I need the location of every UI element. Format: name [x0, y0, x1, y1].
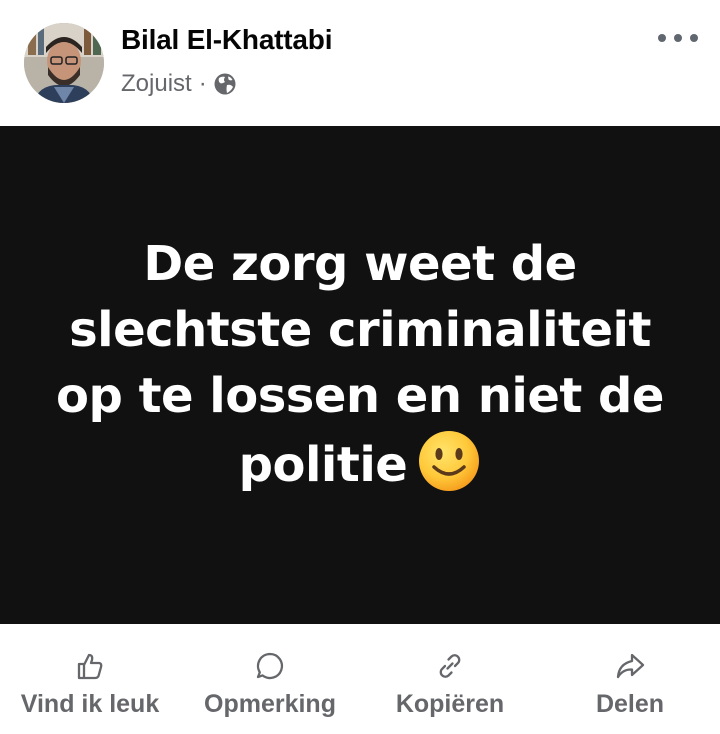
copy-label: Kopiëren	[395, 690, 505, 718]
author-name[interactable]: Bilal El-Khattabi	[121, 24, 332, 56]
share-button[interactable]: Delen	[540, 624, 720, 734]
comment-icon	[256, 652, 284, 680]
link-icon	[439, 654, 461, 678]
more-horizontal-icon-dot	[674, 34, 682, 42]
like-label: Vind ik leuk	[20, 690, 160, 718]
post-timestamp[interactable]: Zojuist	[121, 70, 192, 98]
more-horizontal-icon-dot	[690, 34, 698, 42]
more-options-button[interactable]	[658, 30, 698, 46]
share-label: Delen	[595, 690, 665, 718]
more-horizontal-icon-dot	[658, 34, 666, 42]
comment-button[interactable]: Opmerking	[180, 624, 360, 734]
share-arrow-icon	[616, 653, 645, 679]
globe-icon	[213, 72, 237, 96]
like-button[interactable]: Vind ik leuk	[0, 624, 180, 734]
profile-photo	[24, 23, 104, 103]
comment-label: Opmerking	[204, 690, 336, 718]
post-text-block: De zorg weet de slechtste criminaliteit …	[40, 231, 680, 498]
copy-link-button[interactable]: Kopiëren	[360, 624, 540, 734]
post-meta: Zojuist ·	[121, 70, 237, 98]
post-content[interactable]: De zorg weet de slechtste criminaliteit …	[0, 126, 720, 624]
post-text: De zorg weet de slechtste criminaliteit …	[56, 235, 664, 493]
thumbs-up-icon	[77, 653, 103, 680]
smiling-face-emoji-icon	[417, 429, 481, 493]
meta-separator: ·	[198, 70, 207, 97]
avatar[interactable]	[24, 23, 104, 103]
action-bar: Vind ik leuk Opmerking Kopiëren Delen	[0, 624, 720, 734]
post-header: Bilal El-Khattabi Zojuist ·	[0, 0, 720, 126]
